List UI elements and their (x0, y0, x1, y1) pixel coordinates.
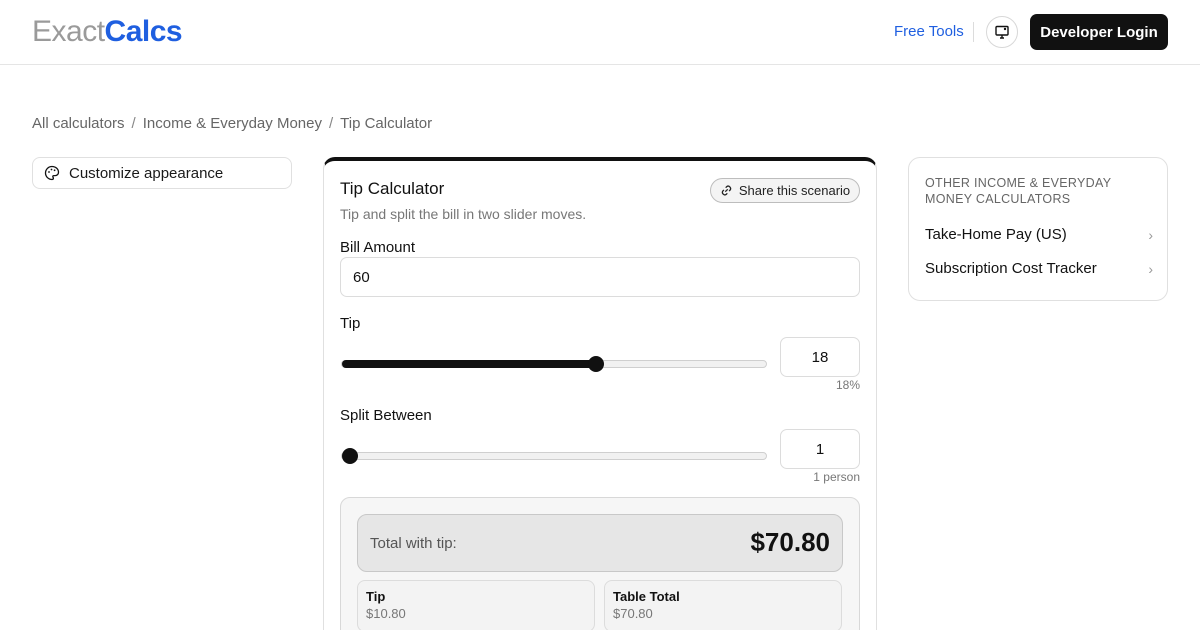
share-scenario-button[interactable]: Share this scenario (710, 178, 860, 203)
tip-amount-value: $10.80 (366, 606, 406, 621)
tip-percent-input[interactable]: 18 (780, 337, 860, 377)
bill-amount-input[interactable]: 60 (340, 257, 860, 297)
tip-percent-hint: 18% (835, 378, 860, 392)
split-count-input[interactable]: 1 (780, 429, 860, 469)
site-header: ExactCalcs Free Tools Developer Login (0, 0, 1200, 65)
related-item-label: Subscription Cost Tracker (925, 260, 1097, 277)
chevron-right-icon: › (1148, 226, 1153, 243)
tip-amount-box: Tip $10.80 (357, 580, 595, 630)
tip-label: Tip (340, 315, 361, 332)
split-slider-handle[interactable] (342, 448, 358, 464)
customize-appearance-label: Customize appearance (69, 164, 224, 182)
breadcrumb: All calculators / Income & Everyday Mone… (32, 115, 432, 132)
breadcrumb-income-everyday-money[interactable]: Income & Everyday Money (143, 115, 322, 132)
tip-calculator-card: Tip Calculator Tip and split the bill in… (323, 157, 877, 630)
free-tools-link[interactable]: Free Tools (894, 23, 964, 40)
total-with-tip-label: Total with tip: (370, 535, 457, 552)
calculator-title: Tip Calculator (340, 179, 445, 198)
theme-toggle-button[interactable] (986, 16, 1018, 48)
chevron-right-icon: › (1148, 260, 1153, 277)
split-between-label: Split Between (340, 407, 432, 424)
related-item-label: Take-Home Pay (US) (925, 226, 1067, 243)
table-total-title: Table Total (613, 589, 680, 604)
link-icon (721, 185, 732, 196)
breadcrumb-all-calculators[interactable]: All calculators (32, 115, 125, 132)
table-total-value: $70.80 (613, 606, 653, 621)
developer-login-button[interactable]: Developer Login (1030, 14, 1168, 50)
calculator-subtitle: Tip and split the bill in two slider mov… (340, 206, 587, 222)
tip-slider[interactable] (341, 356, 767, 372)
breadcrumb-separator: / (328, 115, 334, 132)
related-item-subscription-cost-tracker[interactable]: Subscription Cost Tracker › (925, 260, 1153, 277)
related-calculators-title: OTHER INCOME & EVERYDAY MONEY CALCULATOR… (925, 176, 1112, 206)
palette-icon (44, 165, 60, 181)
logo-bold: Calcs (104, 15, 183, 48)
logo[interactable]: ExactCalcs (32, 14, 183, 50)
total-with-tip-box: Total with tip: $70.80 (357, 514, 843, 572)
related-calculators-panel: OTHER INCOME & EVERYDAY MONEY CALCULATOR… (908, 157, 1168, 301)
related-item-take-home-pay[interactable]: Take-Home Pay (US) › (925, 226, 1153, 243)
tip-slider-handle[interactable] (588, 356, 605, 372)
tip-slider-fill (342, 360, 597, 368)
header-divider (973, 22, 974, 42)
monitor-icon (995, 25, 1009, 39)
breadcrumb-current-page: Tip Calculator (340, 115, 433, 132)
breadcrumb-separator: / (131, 115, 136, 132)
share-scenario-label: Share this scenario (738, 183, 851, 198)
table-total-box: Table Total $70.80 (604, 580, 842, 630)
split-slider[interactable] (341, 448, 767, 464)
bill-amount-label: Bill Amount (340, 239, 416, 256)
customize-appearance-button[interactable]: Customize appearance (32, 157, 292, 189)
logo-light: Exact (32, 15, 105, 48)
split-count-hint: 1 person (813, 470, 860, 484)
total-with-tip-value: $70.80 (750, 527, 830, 557)
tip-amount-title: Tip (366, 589, 386, 604)
results-panel: Total with tip: $70.80 Tip $10.80 Table … (340, 497, 860, 630)
